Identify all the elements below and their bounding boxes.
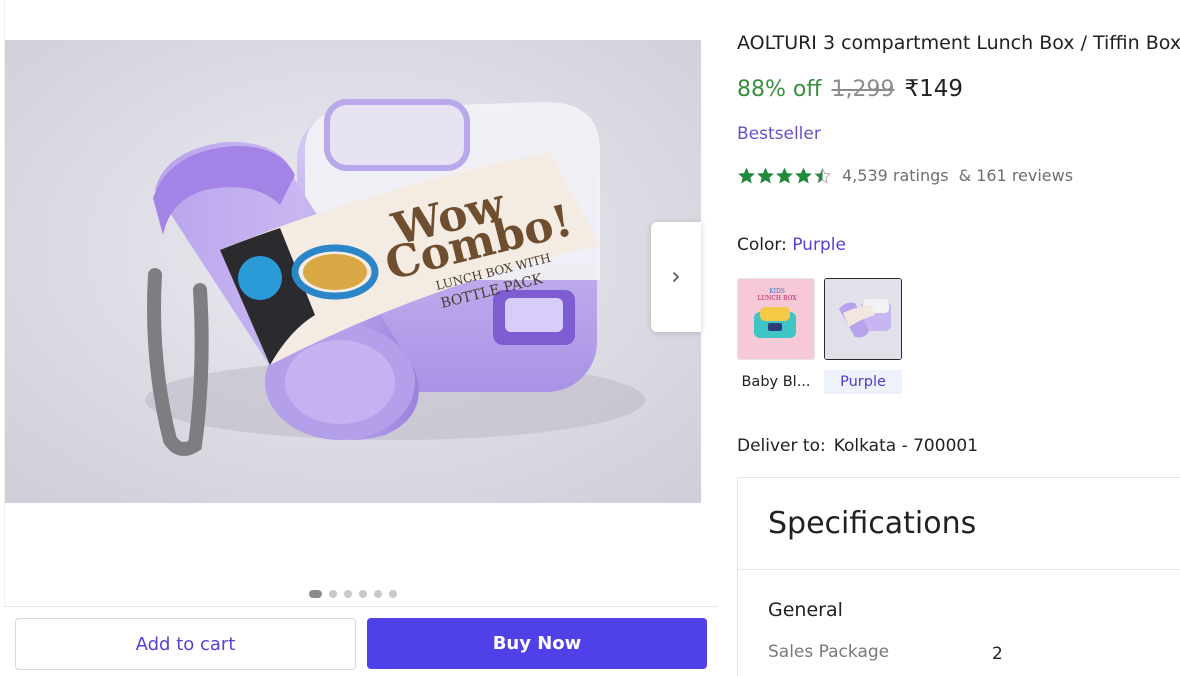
variant-image-baby-blue: KIDS LUNCH BOX xyxy=(738,279,814,359)
svg-text:KIDS: KIDS xyxy=(769,288,785,295)
star-rating xyxy=(737,167,832,185)
ratings-count[interactable]: 4,539 ratings xyxy=(842,166,949,185)
deliver-label: Deliver to: xyxy=(737,436,826,456)
pagination-dot[interactable] xyxy=(359,590,367,598)
star-icon xyxy=(757,167,774,184)
pagination-dot[interactable] xyxy=(309,590,322,598)
bestseller-badge: Bestseller xyxy=(737,124,821,144)
action-bar: Add to cart Buy Now xyxy=(4,606,718,676)
pagination-dot[interactable] xyxy=(329,590,337,598)
star-icon xyxy=(776,167,793,184)
product-gallery-column: Wow Combo! LUNCH BOX WITH BOTTLE PACK Ad… xyxy=(0,0,718,676)
specifications-heading: Specifications xyxy=(768,506,977,541)
star-icon xyxy=(738,167,755,184)
spec-key: Sales Package xyxy=(768,642,890,662)
variant-thumb-purple[interactable] xyxy=(824,278,902,360)
divider xyxy=(738,569,1180,570)
product-title: AOLTURI 3 compartment Lunch Box / Tiffin… xyxy=(737,32,1180,54)
selected-color: Purple xyxy=(792,235,846,255)
delivery-row[interactable]: Deliver to: Kolkata - 700001 xyxy=(737,436,978,456)
selling-price: ₹149 xyxy=(904,76,964,102)
chevron-right-icon xyxy=(673,272,679,282)
star-icon xyxy=(814,167,831,184)
buy-now-button[interactable]: Buy Now xyxy=(367,618,707,669)
next-image-button[interactable] xyxy=(651,222,701,332)
delivery-location[interactable]: Kolkata - 700001 xyxy=(834,436,978,456)
variant-thumb-baby-blue[interactable]: KIDS LUNCH BOX xyxy=(737,278,815,360)
variant-image-purple xyxy=(825,279,901,359)
product-image[interactable]: Wow Combo! LUNCH BOX WITH BOTTLE PACK xyxy=(5,40,701,503)
product-photo: Wow Combo! LUNCH BOX WITH BOTTLE PACK xyxy=(5,40,701,503)
specifications-panel: Specifications General Sales Package 2 xyxy=(737,477,1180,676)
color-label: Color: xyxy=(737,235,787,255)
pagination-dot[interactable] xyxy=(374,590,382,598)
variant-label-purple[interactable]: Purple xyxy=(824,370,902,394)
pagination-dot[interactable] xyxy=(389,590,397,598)
add-to-cart-button[interactable]: Add to cart xyxy=(15,618,356,670)
star-icon xyxy=(795,167,812,184)
variant-label-baby-blue[interactable]: Baby Bl... xyxy=(737,370,815,394)
discount-percent: 88% off xyxy=(737,77,822,102)
gallery-pagination[interactable] xyxy=(309,590,397,598)
pagination-dot[interactable] xyxy=(344,590,352,598)
original-price: 1,299 xyxy=(831,77,895,102)
spec-value: 2 xyxy=(992,644,1003,664)
rating-row[interactable]: 4,539 ratings & 161 reviews xyxy=(737,166,1073,185)
price-row: 88% off 1,299 ₹149 xyxy=(737,76,963,102)
svg-text:LUNCH BOX: LUNCH BOX xyxy=(757,295,797,302)
reviews-count[interactable]: & 161 reviews xyxy=(959,166,1073,185)
color-label-row: Color: Purple xyxy=(737,235,846,255)
spec-group-title: General xyxy=(768,599,843,621)
